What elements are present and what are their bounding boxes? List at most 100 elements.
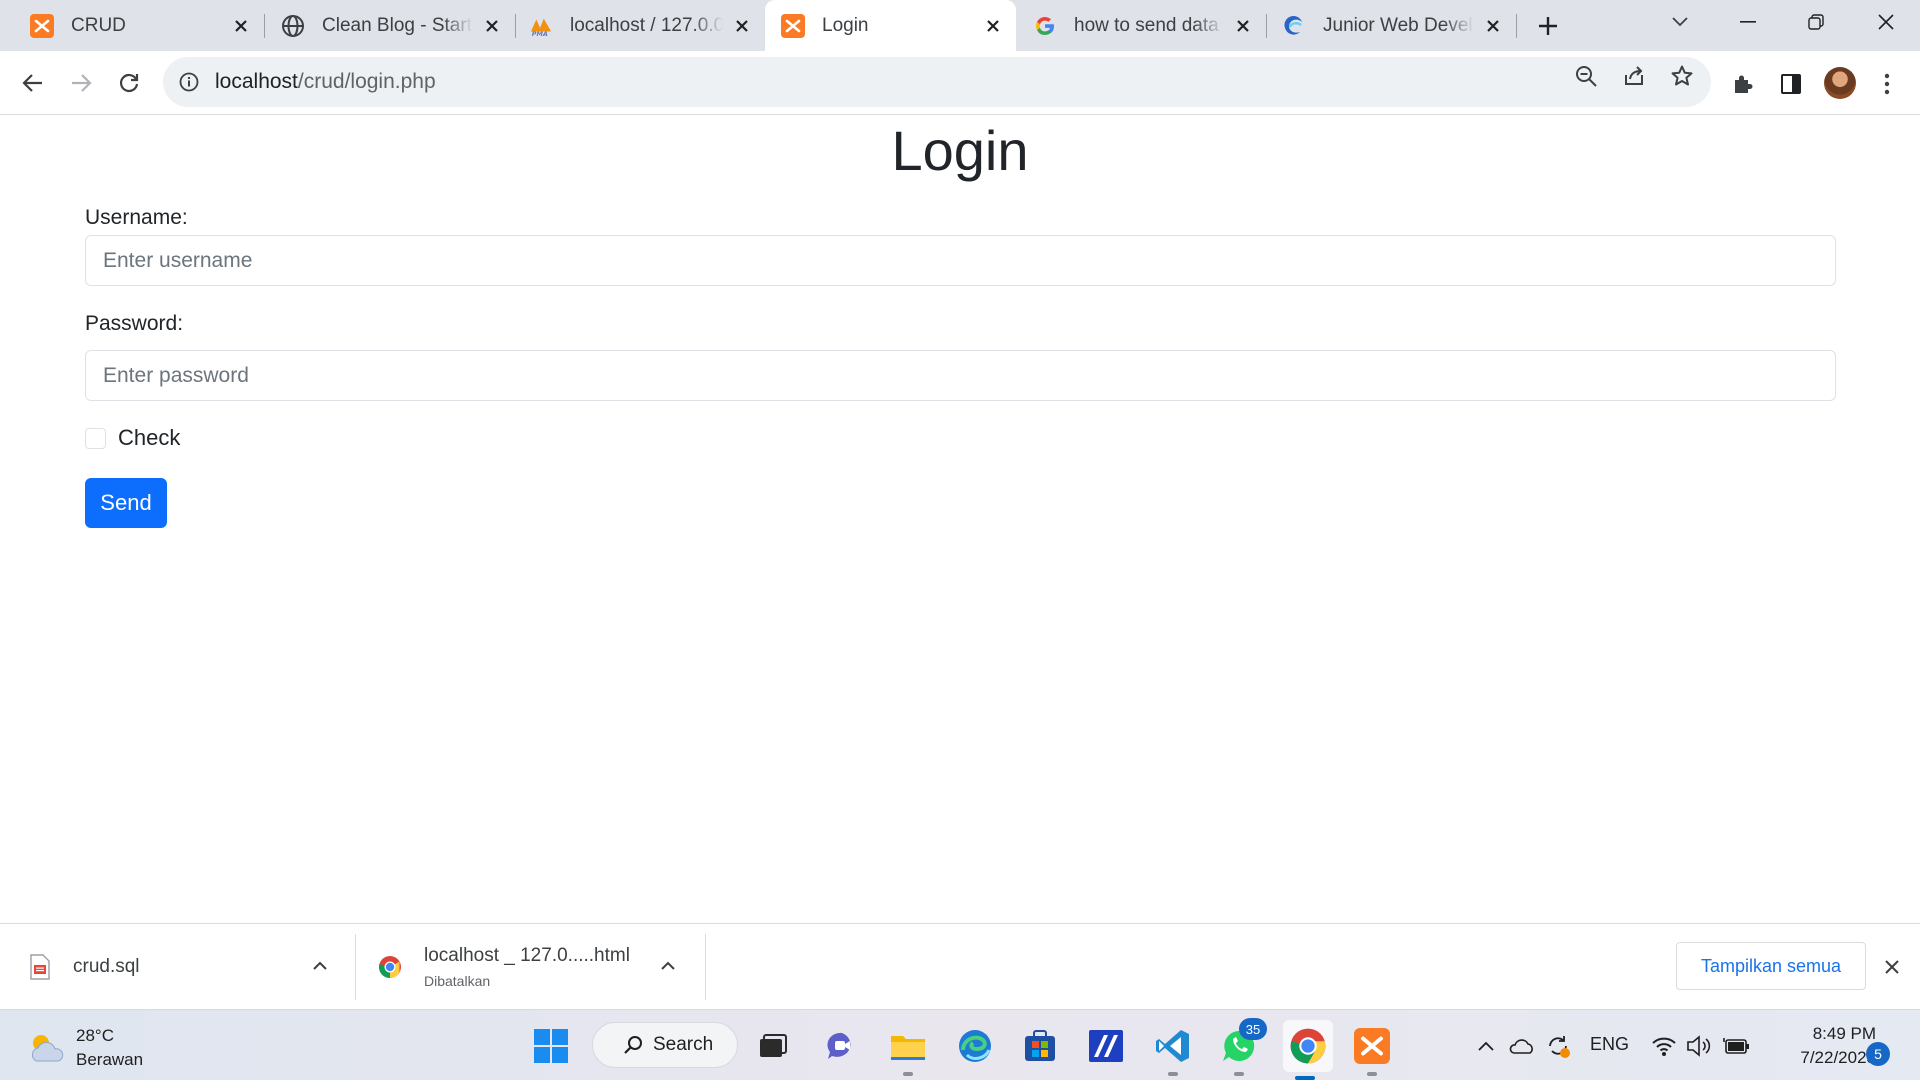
show-all-downloads-button[interactable]: Tampilkan semua [1676,942,1866,990]
tab-title: Junior Web Developer [1323,14,1474,36]
app-icon[interactable] [1084,1024,1128,1068]
close-tab-icon[interactable] [481,15,503,37]
xampp-icon [30,13,54,38]
new-tab-button[interactable] [1530,10,1566,42]
download-separator [705,934,706,1000]
tab-phpmyadmin[interactable]: PMA localhost / 127.0.0.1 [515,0,765,51]
reload-button[interactable] [109,63,149,103]
running-indicator [1234,1072,1244,1076]
svg-text:PMA: PMA [532,30,548,38]
vscode-icon[interactable] [1151,1024,1195,1076]
close-window-button[interactable] [1858,0,1914,44]
sql-file-icon [30,954,50,980]
back-button[interactable] [13,63,53,103]
extensions-icon[interactable] [1730,71,1756,97]
tab-junior-web-developer[interactable]: Junior Web Developer [1266,0,1516,51]
bookmark-star-icon[interactable] [1670,64,1694,88]
profile-avatar[interactable] [1824,67,1856,99]
tab-google-search[interactable]: how to send data from [1016,0,1266,51]
download-item[interactable]: crud.sql [30,924,330,1010]
zoom-out-icon[interactable] [1574,64,1598,88]
google-icon [1033,14,1057,38]
download-shelf: crud.sql localhost _ 127.0.....html Diba… [0,923,1920,1009]
tab-login[interactable]: Login [765,0,1016,51]
weather-text: 28°C Berawan [76,1024,143,1072]
clock-time: 8:49 PM [1812,1024,1876,1043]
taskbar-search[interactable]: Search [592,1022,738,1068]
weather-widget[interactable]: 28°C Berawan [26,1024,143,1072]
download-text: localhost _ 127.0.....html Dibatalkan [424,945,630,989]
xampp-taskbar-icon[interactable] [1350,1024,1394,1076]
username-field[interactable] [85,235,1836,286]
password-field[interactable] [85,350,1836,401]
notification-count-badge[interactable]: 5 [1866,1042,1890,1066]
running-indicator [1168,1072,1178,1076]
close-tab-icon[interactable] [1232,15,1254,37]
page-title: Login [891,119,1029,182]
check-label[interactable]: Check [118,425,180,451]
page-content: Login Username: Password: Check Send [0,116,1920,923]
restore-button[interactable] [1788,0,1844,44]
chrome-icon [378,955,402,979]
username-label: Username: [85,206,188,229]
sync-icon[interactable] [1544,1032,1572,1060]
browser-tabstrip: CRUD Clean Blog - Start Bootstrap PMA lo… [0,0,1920,51]
search-label: Search [653,1034,714,1055]
download-status: Dibatalkan [424,973,491,989]
site-info-icon[interactable] [177,70,201,94]
send-button[interactable]: Send [85,478,167,528]
start-button[interactable] [529,1024,573,1068]
clock[interactable]: 8:49 PM 7/22/2023 [1768,1022,1876,1070]
tab-crud[interactable]: CRUD [0,0,264,51]
download-filename: crud.sql [73,956,140,977]
close-tab-icon[interactable] [1482,15,1504,37]
wifi-icon[interactable] [1650,1032,1678,1060]
download-filename: localhost _ 127.0.....html [424,945,630,966]
microsoft-store-icon[interactable] [1018,1024,1062,1068]
tab-clean-blog[interactable]: Clean Blog - Start Bootstrap [264,0,515,51]
tab-separator [1516,14,1517,38]
file-explorer-icon[interactable] [886,1024,930,1076]
task-view-icon[interactable] [751,1024,795,1068]
running-indicator [903,1072,913,1076]
tab-title: CRUD [71,14,126,36]
chevron-up-icon[interactable] [1472,1032,1500,1060]
download-item[interactable]: localhost _ 127.0.....html Dibatalkan [378,924,698,1010]
battery-charging-icon[interactable] [1722,1032,1750,1060]
language-indicator[interactable]: ENG [1590,1034,1629,1055]
close-tab-icon[interactable] [230,15,252,37]
volume-icon[interactable] [1686,1032,1714,1060]
xampp-icon [781,13,805,38]
minimize-button[interactable] [1720,0,1776,44]
clock-date: 7/22/2023 [1800,1048,1876,1067]
tab-title: Clean Blog - Start Bootstrap [322,14,473,36]
onedrive-icon[interactable] [1508,1032,1536,1060]
tab-search-button[interactable] [1652,0,1708,44]
side-panel-icon[interactable] [1778,71,1804,97]
tab-title: Login [822,14,869,36]
forward-button[interactable] [61,63,101,103]
edge-icon [1282,14,1306,38]
url-text[interactable]: localhost/crud/login.php [215,70,436,94]
check-row: Check [85,425,180,451]
partly-cloudy-icon [26,1028,66,1068]
close-shelf-icon[interactable] [1880,955,1904,979]
close-tab-icon[interactable] [731,15,753,37]
running-indicator [1295,1076,1315,1080]
password-label: Password: [85,312,184,335]
share-icon[interactable] [1622,64,1646,88]
edge-taskbar-icon[interactable] [953,1024,997,1068]
url-host: localhost [215,70,298,93]
whatsapp-icon[interactable]: 35 [1217,1018,1267,1076]
weather-temp: 28°C [76,1026,114,1045]
check-checkbox[interactable] [85,427,106,449]
close-tab-icon[interactable] [982,15,1004,37]
chevron-up-icon[interactable] [658,956,678,976]
menu-kebab-icon[interactable] [1874,71,1900,97]
chrome-taskbar-icon[interactable] [1283,1020,1333,1080]
tab-title: localhost / 127.0.0.1 [570,14,723,36]
running-indicator [1367,1072,1377,1076]
address-bar[interactable]: localhost/crud/login.php [163,57,1711,107]
chevron-up-icon[interactable] [310,956,330,976]
teams-chat-icon[interactable] [820,1024,864,1068]
